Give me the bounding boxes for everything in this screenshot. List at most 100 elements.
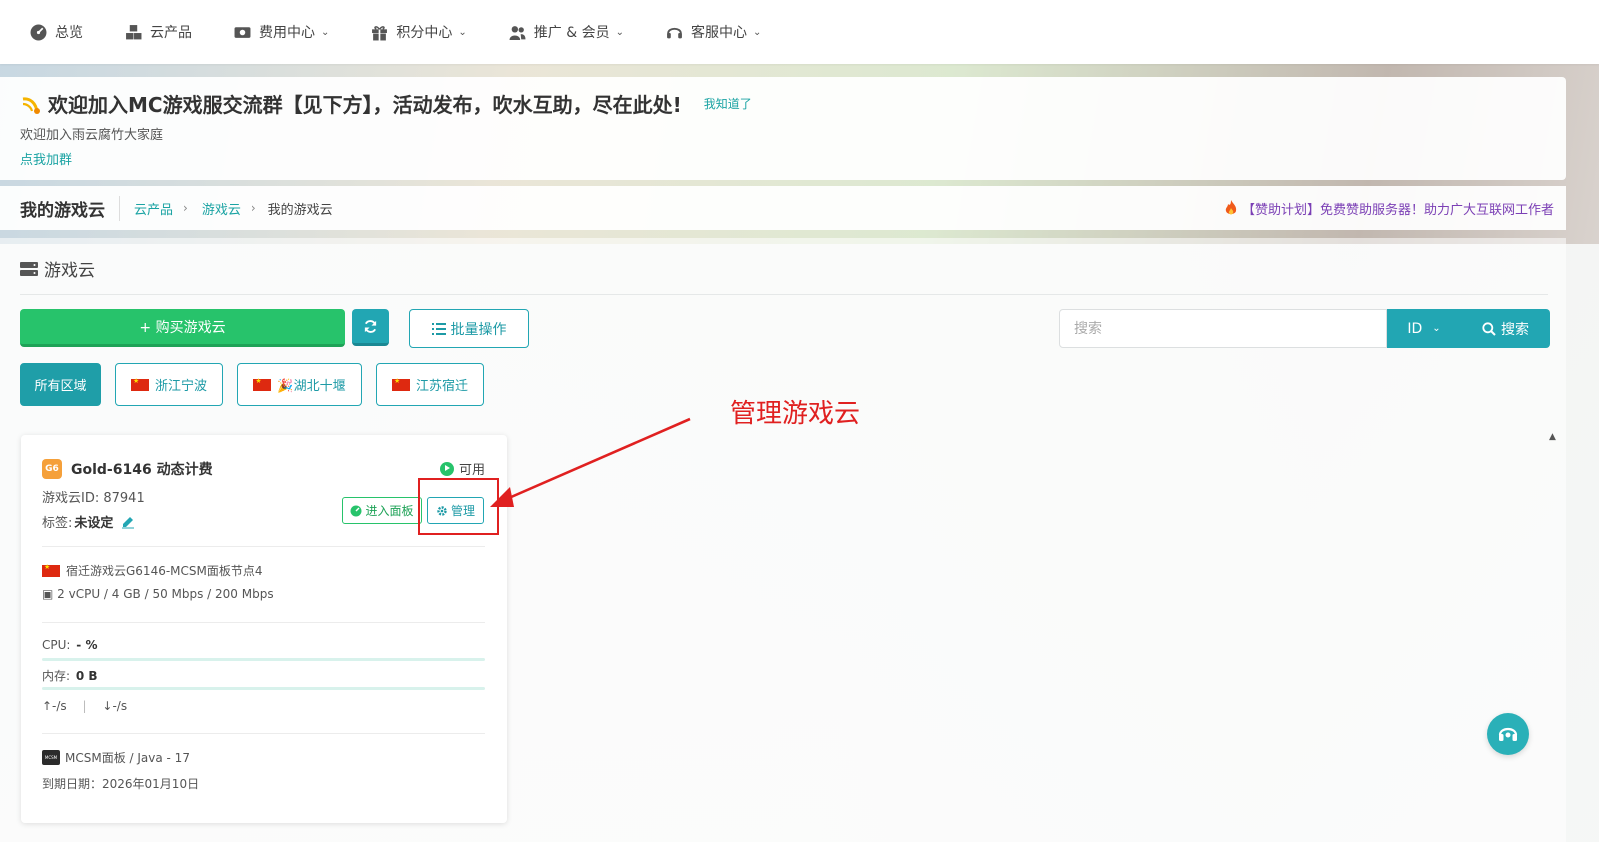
refresh-icon — [364, 319, 377, 333]
top-navigation: 总览 云产品 费用中心 ⌄ 积分中心 ⌄ 推广 & 会员 ⌄ 客服中心 ⌄ — [0, 0, 1599, 64]
region-label: 🎉湖北十堰 — [277, 379, 346, 394]
cpu-label: CPU: — [42, 638, 71, 652]
runtime-text: MCSM面板 / Java - 17 — [65, 751, 190, 765]
nav-billing[interactable]: 费用中心 ⌄ — [234, 22, 329, 42]
enter-panel-label: 进入面板 — [365, 504, 414, 518]
breadcrumb: 我的游戏云 云产品 › 游戏云 › 我的游戏云 【赞助计划】免费赞助服务器！助力… — [0, 186, 1566, 230]
annotation-text: 管理游戏云 — [730, 399, 861, 429]
dashboard-icon — [30, 24, 47, 40]
tag-row: 标签: 未设定 — [42, 512, 135, 531]
mcsm-logo-icon: MCSM — [42, 750, 60, 765]
nav-cloud-products[interactable]: 云产品 — [125, 22, 192, 42]
node-name: 宿迁游戏云G6146-MCSM面板节点4 — [66, 564, 263, 578]
batch-operation-button[interactable]: 批量操作 — [409, 309, 529, 348]
section-header: 游戏云 — [20, 256, 95, 281]
enter-panel-button[interactable]: 进入面板 — [342, 497, 422, 524]
notice-dismiss-link[interactable]: 我知道了 — [704, 95, 752, 112]
promo-text: 【赞助计划】免费赞助服务器！助力广大互联网工作者 — [1241, 202, 1554, 218]
cpu-usage-row: CPU: - % — [42, 638, 97, 652]
megaphone-icon — [22, 96, 40, 114]
cpu-value: - % — [76, 638, 98, 652]
game-cloud-card: G6 Gold-6146 动态计费 可用 游戏云ID: 87941 标签: 未设… — [21, 435, 507, 823]
section-divider — [20, 294, 1548, 295]
search-input[interactable] — [1059, 309, 1387, 348]
card-divider — [42, 546, 485, 547]
search-button[interactable]: 搜索 — [1461, 309, 1550, 348]
nav-support[interactable]: 客服中心 ⌄ — [666, 22, 761, 42]
search-type-select[interactable]: ID ⌄ — [1387, 309, 1461, 348]
card-title-row: G6 Gold-6146 动态计费 — [42, 459, 213, 479]
region-label: 江苏宿迁 — [415, 379, 468, 394]
annotation-arrow — [490, 417, 691, 507]
edit-icon[interactable] — [121, 515, 135, 529]
card-divider — [42, 733, 485, 734]
users-icon — [509, 25, 526, 40]
breadcrumb-cloud-products[interactable]: 云产品 — [134, 199, 173, 218]
status-badge: 可用 — [439, 459, 485, 478]
tag-value: 未设定 — [74, 516, 114, 531]
card-divider — [42, 622, 485, 623]
nav-label: 积分中心 — [396, 25, 453, 41]
play-circle-icon — [439, 461, 454, 476]
region-all[interactable]: 所有区域 — [20, 363, 101, 406]
buy-game-cloud-button[interactable]: + 购买游戏云 — [20, 309, 345, 347]
section-title: 游戏云 — [44, 261, 95, 281]
chevron-down-icon: ⌄ — [615, 26, 624, 38]
money-icon — [234, 26, 251, 38]
notice-banner: 欢迎加入MC游戏服交流群【见下方】，活动发布，吹水互助，尽在此处! 我知道了 欢… — [0, 77, 1566, 180]
region-jiangsu-suqian[interactable]: 江苏宿迁 — [376, 363, 484, 406]
card-title: Gold-6146 动态计费 — [71, 462, 213, 478]
network-download: ↓-/s — [102, 699, 128, 713]
nav-label: 云产品 — [150, 25, 192, 41]
memory-usage-bar — [42, 687, 485, 690]
chevron-down-icon: ⌄ — [753, 26, 762, 38]
node-name-row: 宿迁游戏云G6146-MCSM面板节点4 — [42, 562, 263, 579]
gift-icon — [372, 25, 388, 40]
separator: | — [82, 699, 87, 713]
scroll-up-arrow-icon[interactable]: ▲ — [1549, 432, 1556, 442]
nav-label: 费用中心 — [259, 25, 315, 41]
nav-points[interactable]: 积分中心 ⌄ — [371, 22, 467, 42]
nav-referral-membership[interactable]: 推广 & 会员 ⌄ — [509, 22, 624, 42]
chevron-down-icon: ⌄ — [1432, 323, 1441, 334]
join-group-link[interactable]: 点我加群 — [20, 149, 1546, 168]
network-traffic-row: ↑-/s | ↓-/s — [42, 699, 127, 713]
notice-title: 欢迎加入MC游戏服交流群【见下方】，活动发布，吹水互助，尽在此处! — [48, 93, 682, 117]
headset-icon — [667, 27, 682, 38]
breadcrumb-game-cloud[interactable]: 游戏云 — [202, 199, 241, 218]
nav-label: 客服中心 — [691, 25, 747, 41]
nav-label: 总览 — [55, 25, 83, 41]
page-title: 我的游戏云 — [20, 195, 120, 221]
list-icon — [431, 322, 446, 335]
instance-id: 游戏云ID: 87941 — [42, 491, 145, 506]
region-label: 所有区域 — [34, 379, 87, 394]
notice-title-row: 欢迎加入MC游戏服交流群【见下方】，活动发布，吹水互助，尽在此处! 我知道了 — [20, 89, 1546, 118]
cpu-usage-bar — [42, 658, 485, 661]
breadcrumb-current: 我的游戏云 — [267, 202, 333, 218]
chevron-right-icon: › — [183, 201, 188, 215]
runtime-row: MCSM MCSM面板 / Java - 17 — [42, 749, 190, 766]
sponsor-promo-link[interactable]: 【赞助计划】免费赞助服务器！助力广大互联网工作者 — [1224, 199, 1554, 218]
region-zhejiang-ningbo[interactable]: 浙江宁波 — [115, 363, 223, 406]
notice-subtitle: 欢迎加入雨云腐竹大家庭 — [20, 128, 164, 143]
main-content: 游戏云 + 购买游戏云 批量操作 ID ⌄ 搜索 所有区域 浙江宁波 🎉湖北十堰… — [0, 238, 1566, 842]
chevron-down-icon: ⌄ — [458, 26, 467, 38]
nav-label: 推广 & 会员 — [533, 25, 610, 41]
search-type-label: ID — [1407, 320, 1423, 337]
fire-icon — [1225, 200, 1237, 215]
memory-label: 内存: — [42, 669, 71, 683]
refresh-button[interactable] — [352, 309, 389, 346]
chevron-right-icon: › — [250, 201, 256, 215]
chevron-down-icon: ⌄ — [321, 26, 330, 38]
region-hubei-shiyan[interactable]: 🎉湖北十堰 — [237, 363, 362, 406]
server-icon — [20, 261, 38, 276]
network-upload: ↑-/s — [42, 699, 67, 713]
nav-overview[interactable]: 总览 — [30, 22, 83, 42]
china-flag-icon — [130, 377, 149, 391]
specs-text: 2 vCPU / 4 GB / 50 Mbps / 200 Mbps — [57, 587, 274, 601]
memory-value: 0 B — [75, 669, 98, 683]
memory-usage-row: 内存: 0 B — [42, 667, 98, 684]
cubes-icon — [126, 24, 142, 39]
headset-icon — [1498, 727, 1518, 741]
customer-support-button[interactable] — [1487, 713, 1529, 755]
